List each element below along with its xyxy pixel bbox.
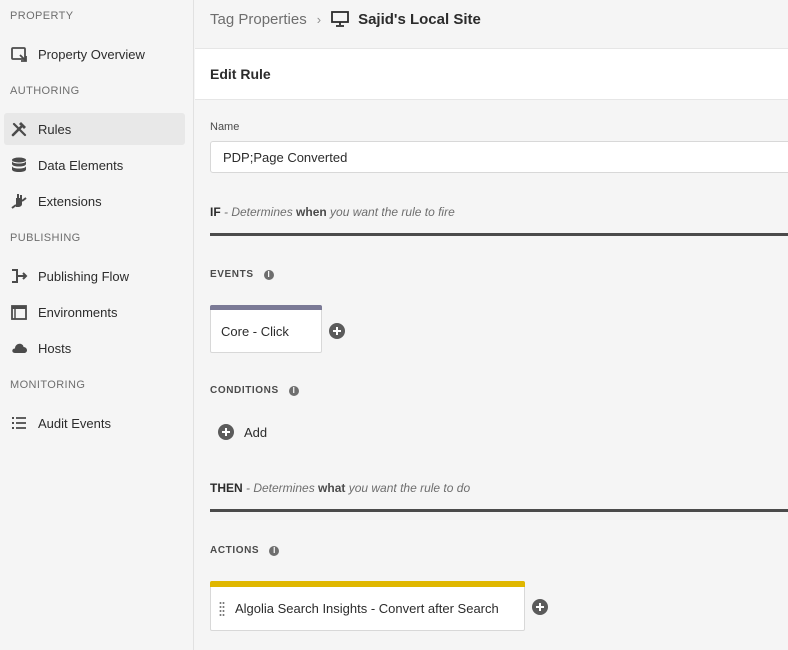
- then-divider: [210, 509, 788, 512]
- property-overview-icon: [10, 45, 28, 63]
- audit-events-icon: [10, 414, 28, 432]
- add-condition-label: Add: [244, 424, 268, 440]
- extensions-icon: [10, 192, 28, 210]
- sidebar-item-label: Rules: [38, 121, 72, 137]
- breadcrumb-tag-properties[interactable]: Tag Properties: [210, 11, 307, 28]
- action-card-algolia[interactable]: Algolia Search Insights - Convert after …: [210, 581, 525, 631]
- add-action-icon[interactable]: [532, 599, 548, 615]
- event-card-core-click[interactable]: Core - Click: [210, 305, 322, 353]
- sidebar: PROPERTY Property Overview AUTHORING Rul…: [0, 0, 194, 650]
- data-elements-icon: [10, 156, 28, 174]
- sidebar-item-property-overview[interactable]: Property Overview: [4, 38, 185, 70]
- then-clause: THEN - Determines what you want the rule…: [210, 481, 470, 495]
- action-card-label: Algolia Search Insights - Convert after …: [235, 601, 499, 616]
- sidebar-item-label: Property Overview: [38, 46, 145, 62]
- breadcrumb: Tag Properties › Sajid's Local Site: [210, 8, 481, 30]
- section-heading-property: PROPERTY: [10, 10, 74, 22]
- sidebar-item-extensions[interactable]: Extensions: [4, 185, 185, 217]
- sidebar-item-label: Data Elements: [38, 157, 124, 173]
- sidebar-item-label: Audit Events: [38, 415, 111, 431]
- sidebar-item-rules[interactable]: Rules: [4, 113, 185, 145]
- section-heading-publishing: PUBLISHING: [10, 232, 81, 244]
- events-heading-label: EVENTS: [210, 269, 254, 280]
- event-card-label: Core - Click: [221, 324, 289, 339]
- conditions-heading-label: CONDITIONS: [210, 385, 279, 396]
- main-panel: Tag Properties › Sajid's Local Site Edit…: [195, 0, 788, 650]
- then-emphasis: what: [318, 481, 346, 495]
- section-heading-authoring: AUTHORING: [10, 85, 80, 97]
- conditions-heading: CONDITIONS i: [210, 385, 299, 396]
- section-heading-monitoring: MONITORING: [10, 379, 86, 391]
- sidebar-item-label: Environments: [38, 304, 118, 320]
- actions-heading: ACTIONS i: [210, 545, 280, 556]
- sidebar-item-label: Extensions: [38, 193, 102, 209]
- if-clause: IF - Determines when you want the rule t…: [210, 205, 455, 219]
- add-event-icon[interactable]: [329, 323, 345, 339]
- drag-handle-icon[interactable]: [219, 601, 225, 617]
- monitor-icon: [331, 11, 349, 27]
- info-icon[interactable]: i: [288, 385, 299, 396]
- info-icon[interactable]: i: [263, 269, 274, 280]
- then-text-after: you want the rule to do: [345, 481, 471, 495]
- sidebar-item-hosts[interactable]: Hosts: [4, 332, 185, 364]
- sidebar-item-publishing-flow[interactable]: Publishing Flow: [4, 260, 185, 292]
- breadcrumb-current: Sajid's Local Site: [331, 11, 481, 28]
- action-card-bar: [210, 581, 525, 587]
- name-field-label: Name: [210, 121, 240, 133]
- edit-rule-header: Edit Rule: [195, 48, 788, 100]
- publishing-flow-icon: [10, 267, 28, 285]
- rule-name-input[interactable]: [210, 141, 788, 173]
- add-condition-icon: [218, 424, 234, 440]
- hosts-icon: [10, 339, 28, 357]
- if-text-before: - Determines: [220, 205, 297, 219]
- sidebar-item-label: Hosts: [38, 340, 72, 356]
- then-keyword: THEN: [210, 481, 243, 495]
- sidebar-item-audit-events[interactable]: Audit Events: [4, 407, 185, 439]
- sidebar-item-data-elements[interactable]: Data Elements: [4, 149, 185, 181]
- breadcrumb-separator: ›: [316, 11, 322, 27]
- sidebar-item-label: Publishing Flow: [38, 268, 130, 284]
- if-emphasis: when: [296, 205, 327, 219]
- if-text-after: you want the rule to fire: [326, 205, 455, 219]
- breadcrumb-current-label: Sajid's Local Site: [358, 10, 481, 28]
- if-keyword: IF: [210, 205, 221, 219]
- environments-icon: [10, 303, 28, 321]
- sidebar-item-environments[interactable]: Environments: [4, 296, 185, 328]
- if-divider: [210, 233, 788, 236]
- actions-heading-label: ACTIONS: [210, 545, 260, 556]
- then-text-before: - Determines: [242, 481, 319, 495]
- page-title: Edit Rule: [210, 66, 271, 82]
- event-card-bar: [210, 305, 322, 310]
- rules-icon: [10, 120, 28, 138]
- add-condition-button[interactable]: Add: [218, 424, 267, 440]
- events-heading: EVENTS i: [210, 269, 274, 280]
- info-icon[interactable]: i: [269, 545, 280, 556]
